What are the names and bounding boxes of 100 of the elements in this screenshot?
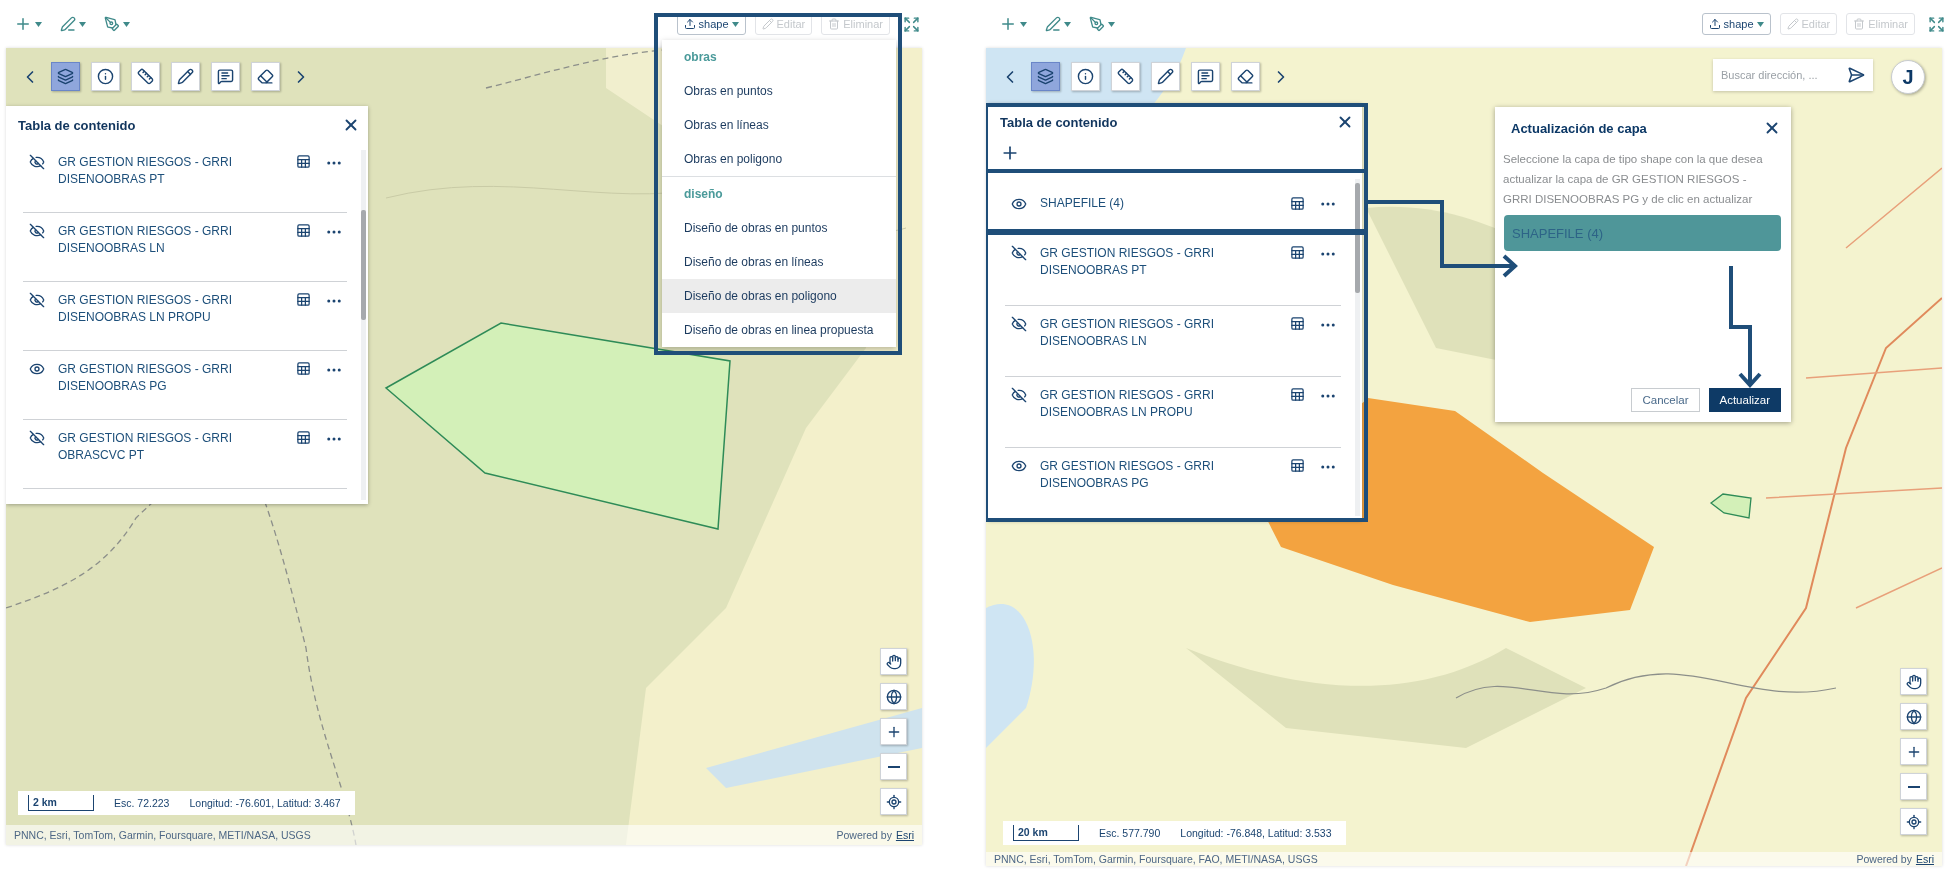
pan-button[interactable]	[1900, 668, 1927, 695]
eye-off-icon[interactable]	[1011, 316, 1027, 332]
coordinates-text: Longitud: -76.601, Latitud: 3.467	[189, 797, 341, 809]
pencil-icon	[177, 68, 194, 85]
zoom-in-button[interactable]	[880, 718, 907, 745]
scale-text: Esc. 72.223	[114, 797, 170, 809]
layers-tool-button[interactable]	[51, 62, 80, 91]
menu-item[interactable]: Diseño de obras en poligono	[662, 279, 896, 313]
basemap-button[interactable]	[880, 683, 907, 710]
draw-tool-button[interactable]	[60, 16, 86, 32]
erase-tool-button[interactable]	[1231, 62, 1260, 91]
layer-name: GR GESTION RIESGOS - GRRI DISENOOBRAS PG	[1040, 458, 1216, 492]
edit-tool-button[interactable]	[104, 16, 130, 32]
locate-icon	[1905, 813, 1922, 830]
eye-off-icon[interactable]	[29, 430, 45, 446]
add-button[interactable]	[14, 15, 42, 33]
locate-button[interactable]	[880, 788, 907, 815]
menu-item[interactable]: Diseño de obras en linea propuesta	[662, 313, 896, 347]
speech-bubble-icon	[217, 68, 234, 85]
eye-off-icon[interactable]	[29, 223, 45, 239]
scrollbar[interactable]	[361, 150, 366, 500]
eye-off-icon[interactable]	[29, 154, 45, 170]
edit-tool-button[interactable]	[1089, 16, 1115, 32]
info-tool-button[interactable]	[1071, 62, 1100, 91]
cancel-button[interactable]: Cancelar	[1631, 388, 1700, 412]
zoom-out-button[interactable]	[880, 753, 907, 780]
globe-icon	[885, 688, 902, 705]
menu-item[interactable]: Diseño de obras en líneas	[662, 245, 896, 279]
pen-icon	[1045, 16, 1061, 32]
menu-item[interactable]: Obras en líneas	[662, 108, 896, 142]
draw-tool-button[interactable]	[171, 62, 200, 91]
pan-button[interactable]	[880, 648, 907, 675]
scale-bar: 20 km	[1013, 825, 1079, 841]
layer-name: SHAPEFILE (4)	[1040, 195, 1126, 212]
eye-off-icon[interactable]	[29, 292, 45, 308]
pencil-icon	[761, 18, 774, 30]
locate-icon	[885, 793, 902, 810]
comment-tool-button[interactable]	[1191, 62, 1220, 91]
pencil-icon	[1786, 18, 1799, 30]
eye-icon[interactable]	[1011, 458, 1027, 474]
table-icon[interactable]	[1290, 245, 1305, 260]
draw-tool-button[interactable]	[1151, 62, 1180, 91]
powered-by-text: Powered by	[1856, 853, 1912, 865]
table-icon[interactable]	[1290, 458, 1305, 473]
esri-link[interactable]: Esri	[1915, 853, 1934, 865]
eye-off-icon[interactable]	[1011, 387, 1027, 403]
menu-item[interactable]: Obras en poligono	[662, 142, 896, 176]
hand-icon	[885, 653, 902, 670]
basemap-button[interactable]	[1900, 703, 1927, 730]
layer-name: GR GESTION RIESGOS - GRRI DISENOOBRAS LN	[58, 223, 234, 257]
panel-title: Tabla de contenido	[1000, 114, 1118, 130]
info-tool-button[interactable]	[91, 62, 120, 91]
info-icon	[97, 68, 114, 85]
eye-off-icon[interactable]	[1011, 245, 1027, 261]
caret-icon	[1064, 21, 1071, 27]
upload-icon	[1708, 18, 1721, 30]
menu-item[interactable]: Diseño de obras en puntos	[662, 211, 896, 245]
fullscreen-button[interactable]	[903, 15, 920, 33]
fullscreen-button[interactable]	[1928, 15, 1945, 33]
table-icon[interactable]	[1290, 387, 1305, 402]
menu-group-title: obras	[683, 49, 718, 66]
zoom-out-button[interactable]	[1900, 773, 1927, 800]
layer-name: GR GESTION RIESGOS - GRRI DISENOOBRAS PT	[1040, 245, 1216, 279]
pen-icon	[104, 16, 120, 32]
table-icon[interactable]	[296, 292, 311, 307]
esri-link[interactable]: Esri	[895, 829, 914, 841]
update-button[interactable]: Actualizar	[1708, 388, 1781, 412]
table-icon[interactable]	[296, 430, 311, 445]
layer-name: GR GESTION RIESGOS - GRRI DISENOOBRAS LN PROPU	[1040, 387, 1216, 421]
comment-tool-button[interactable]	[211, 62, 240, 91]
layer-name: GR GESTION RIESGOS - GRRI DISENOOBRAS LN	[1040, 316, 1216, 350]
attribution-text: PNNC, Esri, TomTom, Garmin, Foursquare, FAO, METI/NASA, USGS	[994, 853, 1318, 865]
hand-icon	[1905, 673, 1922, 690]
menu-item[interactable]: Obras en puntos	[662, 74, 896, 108]
zoom-in-button[interactable]	[1900, 738, 1927, 765]
add-button[interactable]	[999, 15, 1027, 33]
erase-tool-button[interactable]	[251, 62, 280, 91]
pencil-icon	[1157, 68, 1174, 85]
measure-tool-button[interactable]	[131, 62, 160, 91]
layer-name: GR GESTION RIESGOS - GRRI DISENOOBRAS PT	[58, 154, 234, 188]
eye-icon[interactable]	[29, 361, 45, 377]
layers-tool-button[interactable]	[1031, 62, 1060, 91]
table-icon[interactable]	[1290, 196, 1305, 211]
upload-menu-button[interactable]: shape	[1701, 13, 1771, 35]
panel-title: Tabla de contenido	[18, 117, 136, 133]
table-icon[interactable]	[1290, 316, 1305, 331]
send-icon[interactable]	[1847, 66, 1865, 84]
powered-by-text: Powered by	[836, 829, 892, 841]
measure-tool-button[interactable]	[1111, 62, 1140, 91]
caret-icon	[123, 21, 130, 27]
scrollbar[interactable]	[1355, 179, 1360, 516]
upload-icon	[683, 18, 696, 30]
fullscreen-icon	[903, 15, 920, 33]
search-field[interactable]: Buscar dirección, ...	[1713, 59, 1873, 91]
table-icon[interactable]	[296, 361, 311, 376]
table-icon[interactable]	[296, 223, 311, 238]
locate-button[interactable]	[1900, 808, 1927, 835]
caret-icon	[1756, 21, 1764, 27]
table-icon[interactable]	[296, 154, 311, 169]
draw-tool-button[interactable]	[1045, 16, 1071, 32]
